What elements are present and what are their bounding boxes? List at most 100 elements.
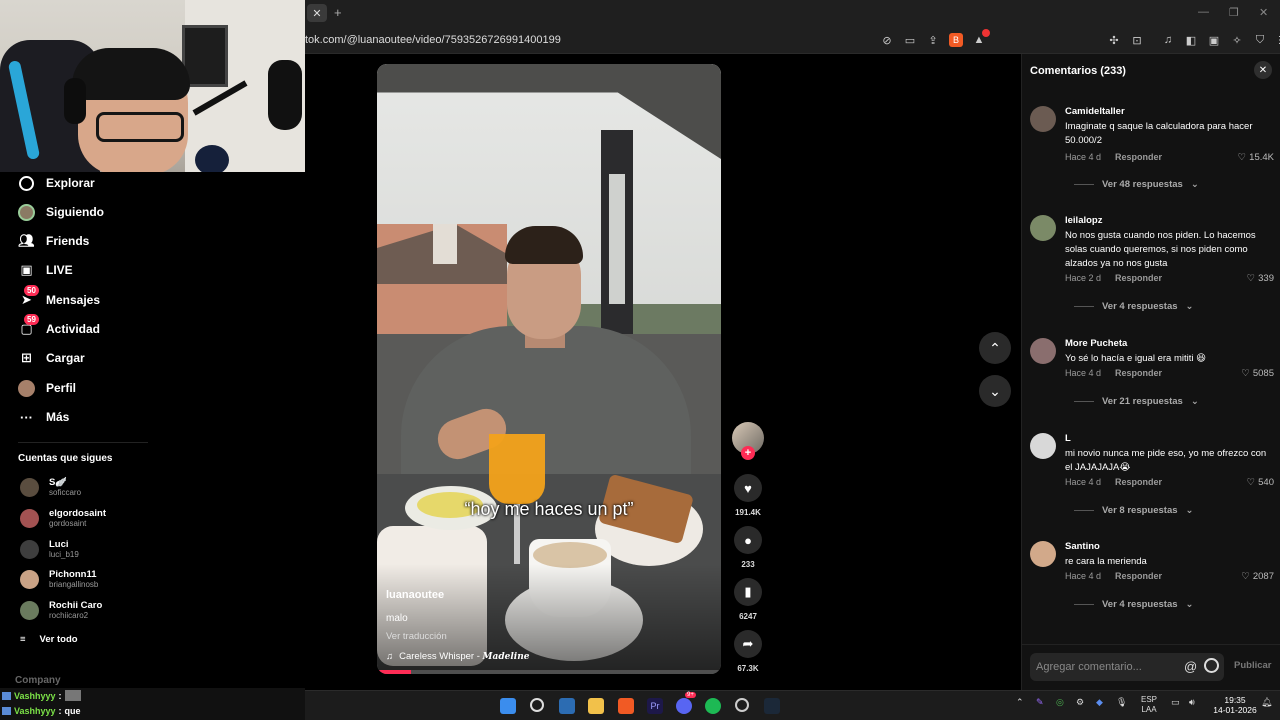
- video-player[interactable]: “hoy me haces un pt” luanaoutee malo Ver…: [377, 64, 721, 674]
- view-replies-button[interactable]: Ver 8 respuestas ⌄: [1074, 505, 1194, 516]
- comment-icon: ●: [744, 532, 752, 548]
- avatar[interactable]: [1030, 215, 1056, 241]
- mention-icon[interactable]: @: [1184, 659, 1197, 674]
- wallet-icon[interactable]: ▣: [1207, 33, 1221, 47]
- emoji-icon[interactable]: [1204, 658, 1219, 673]
- brave-shields-icon[interactable]: B: [949, 33, 963, 47]
- search-icon[interactable]: [530, 698, 544, 712]
- extensions-icon[interactable]: ✣: [1107, 33, 1121, 47]
- sidebar-item-cargar[interactable]: ⊞ Cargar: [18, 346, 85, 370]
- view-replies-button[interactable]: Ver 21 respuestas ⌄: [1074, 396, 1199, 407]
- shield-off-icon[interactable]: ⊘: [880, 33, 894, 47]
- tray-app-icon[interactable]: ◆: [1096, 697, 1103, 708]
- following-account[interactable]: Pichonn11 briangallinosb: [20, 569, 98, 590]
- vpn-icon[interactable]: ⛉: [1253, 33, 1267, 47]
- sidebar-item-siguiendo[interactable]: Siguiendo: [18, 200, 104, 224]
- network-icon[interactable]: ▭: [1171, 697, 1180, 708]
- share-button[interactable]: ➦: [734, 630, 762, 658]
- discord-icon[interactable]: 9+: [676, 692, 696, 714]
- widgets-icon[interactable]: [559, 698, 575, 714]
- comment-like-button[interactable]: ♡ 339: [1247, 273, 1274, 284]
- comment-username[interactable]: Camideltaller: [1065, 106, 1125, 117]
- avatar[interactable]: [1030, 541, 1056, 567]
- sidebar-item-friends[interactable]: 👥︎ Friends: [18, 229, 89, 253]
- leo-icon[interactable]: ✧: [1230, 33, 1244, 47]
- tray-app-icon[interactable]: ✎: [1036, 697, 1044, 708]
- close-comments-button[interactable]: ✕: [1254, 61, 1272, 79]
- comment-username[interactable]: L: [1065, 433, 1071, 444]
- music-info[interactable]: ♫ Careless Whisper - Madeline: [386, 651, 529, 662]
- tray-microphone-icon[interactable]: 🎙︎: [1116, 697, 1127, 708]
- reply-button[interactable]: Responder: [1115, 152, 1162, 162]
- comment-like-button[interactable]: ♡ 2087: [1241, 571, 1274, 582]
- music-icon[interactable]: ♫: [1161, 33, 1175, 47]
- sidebar-item-label: Explorar: [46, 176, 95, 190]
- avatar[interactable]: [1030, 106, 1056, 132]
- follow-plus-icon[interactable]: +: [741, 446, 755, 460]
- tray-steam-icon[interactable]: ⚙: [1076, 697, 1084, 708]
- sidebar-item-mas[interactable]: ··· Más: [18, 405, 69, 429]
- save-button[interactable]: ▮: [734, 578, 762, 606]
- view-replies-button[interactable]: Ver 4 respuestas ⌄: [1074, 599, 1194, 610]
- comment-like-button[interactable]: ♡ 15.4K: [1238, 152, 1274, 163]
- comment-time: Hace 4 d: [1065, 477, 1102, 487]
- brave-icon[interactable]: [618, 698, 634, 714]
- menu-icon[interactable]: ☰: [1276, 33, 1280, 47]
- sidebar-item-actividad[interactable]: ▢ 59 Actividad: [18, 313, 100, 341]
- windows-start-icon[interactable]: [500, 698, 516, 714]
- notification-icon[interactable]: 🔔︎: [1261, 697, 1272, 708]
- comment-like-button[interactable]: ♡ 5085: [1241, 368, 1274, 379]
- sidebar-item-explorar[interactable]: Explorar: [18, 171, 95, 195]
- comment-username[interactable]: Santino: [1065, 541, 1100, 552]
- premiere-pro-icon[interactable]: Pr: [647, 698, 663, 714]
- reply-button[interactable]: Responder: [1115, 571, 1162, 581]
- translate-link[interactable]: Ver traducción: [386, 631, 447, 642]
- comment-username[interactable]: More Pucheta: [1065, 338, 1127, 349]
- system-clock[interactable]: 19:35 14-01-2026: [1210, 695, 1260, 715]
- brave-rewards-icon[interactable]: ▲: [972, 29, 990, 47]
- previous-video-button[interactable]: ⌃: [979, 332, 1011, 364]
- sidebar-icon[interactable]: ◧: [1184, 33, 1198, 47]
- view-replies-button[interactable]: Ver 4 respuestas ⌄: [1074, 301, 1194, 312]
- maximize-button[interactable]: ❐: [1229, 6, 1239, 19]
- volume-icon[interactable]: 🔊︎: [1189, 697, 1195, 708]
- following-account[interactable]: S🪽 soficcaro: [20, 477, 81, 498]
- comment-like-button[interactable]: ♡ 540: [1247, 477, 1274, 488]
- file-explorer-icon[interactable]: [588, 698, 604, 714]
- obs-icon[interactable]: [735, 698, 749, 712]
- see-all-button[interactable]: ≡ Ver todo: [20, 634, 78, 645]
- following-account[interactable]: elgordosaint gordosaint: [20, 508, 106, 529]
- sidebar-item-mensajes[interactable]: ➤ 50 Mensajes: [18, 284, 100, 312]
- tray-chevron-icon[interactable]: ⌃: [1016, 697, 1024, 708]
- cast-icon[interactable]: ▭: [903, 33, 917, 47]
- sidebar-item-perfil[interactable]: Perfil: [18, 376, 76, 400]
- tab-close-button[interactable]: ✕: [307, 4, 327, 22]
- spotify-icon[interactable]: [705, 698, 721, 714]
- minimize-button[interactable]: —: [1198, 6, 1209, 18]
- view-replies-button[interactable]: Ver 48 respuestas ⌄: [1074, 179, 1199, 190]
- video-author[interactable]: luanaoutee: [386, 589, 444, 601]
- avatar[interactable]: [1030, 433, 1056, 459]
- avatar[interactable]: [1030, 338, 1056, 364]
- following-account[interactable]: Luci luci_b19: [20, 539, 79, 560]
- reply-button[interactable]: Responder: [1115, 368, 1162, 378]
- language-indicator[interactable]: ESP LAA: [1141, 695, 1157, 715]
- publish-button[interactable]: Publicar: [1234, 660, 1272, 671]
- comment-username[interactable]: leilalopz: [1065, 215, 1102, 226]
- reply-button[interactable]: Responder: [1115, 477, 1162, 487]
- video-progress-track[interactable]: [377, 670, 721, 674]
- tray-app-icon[interactable]: ◎: [1056, 697, 1064, 708]
- share-icon[interactable]: ⇪: [926, 33, 940, 47]
- sidebar-item-live[interactable]: ▣ LIVE: [18, 258, 72, 282]
- next-video-button[interactable]: ⌄: [979, 375, 1011, 407]
- like-button[interactable]: ♥: [734, 474, 762, 502]
- steam-icon[interactable]: [764, 698, 780, 714]
- close-window-button[interactable]: ✕: [1259, 6, 1268, 19]
- url-field[interactable]: tok.com/@luanaoutee/video/75935267269914…: [305, 34, 561, 46]
- screenshot-icon[interactable]: ⊡: [1130, 33, 1144, 47]
- company-link[interactable]: Company: [15, 675, 61, 686]
- comment-button[interactable]: ●: [734, 526, 762, 554]
- following-account[interactable]: Rochii Caro rochiicaro2: [20, 600, 102, 621]
- new-tab-button[interactable]: +: [334, 5, 342, 20]
- reply-button[interactable]: Responder: [1115, 273, 1162, 283]
